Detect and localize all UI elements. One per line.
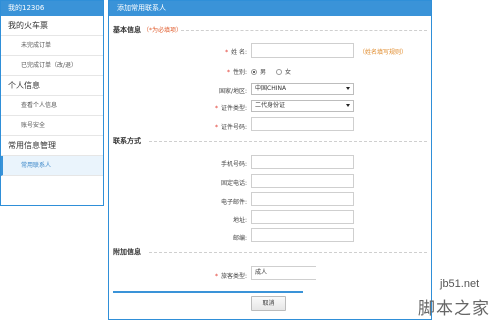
section-divider	[149, 252, 427, 253]
sidebar-item-common-contacts[interactable]: 常用联系人	[1, 156, 103, 176]
radio-unchecked-icon[interactable]	[276, 68, 283, 75]
required-star: *	[214, 273, 218, 280]
phone-label: 固定电话:	[220, 180, 247, 187]
email-label: 电子邮件:	[220, 199, 247, 206]
sidebar-group-personal[interactable]: 个人信息	[1, 76, 103, 96]
sidebar: 我的12306 我的火车票 未完成订单 已完成订单（改/退） 个人信息 查看个人…	[0, 0, 104, 206]
email-input[interactable]	[251, 192, 354, 206]
sidebar-group-tickets[interactable]: 我的火车票	[1, 16, 103, 36]
section-divider	[181, 30, 427, 31]
idtype-select[interactable]: 二代身份证	[251, 100, 354, 112]
address-label: 地址:	[232, 217, 247, 224]
section-divider	[149, 141, 427, 142]
sidebar-item-account-security[interactable]: 账号安全	[1, 116, 103, 136]
required-star: *	[214, 124, 218, 131]
postcode-input[interactable]	[251, 228, 354, 242]
country-select[interactable]: 中国CHINA	[251, 83, 354, 95]
idnum-label: * 证件号码:	[214, 124, 247, 131]
phone-input[interactable]	[251, 174, 354, 188]
mobile-input[interactable]	[251, 155, 354, 169]
idtype-label: * 证件类型:	[214, 105, 247, 112]
idnum-input[interactable]	[251, 117, 354, 131]
gender-radio-group: 男 女	[251, 67, 301, 76]
sidebar-group-common-info[interactable]: 常用信息管理	[1, 136, 103, 156]
gender-male-option[interactable]: 男	[251, 67, 266, 76]
gender-female-option[interactable]: 女	[276, 67, 291, 76]
postcode-label: 邮编:	[232, 235, 247, 242]
required-star: *	[225, 49, 229, 56]
name-input[interactable]	[251, 43, 354, 58]
section-extra: 附加信息	[113, 248, 141, 256]
add-contact-panel: 添加常用联系人 基本信息 （*为必填项） * 姓 名: （姓名填写规则） * 性别: …	[108, 0, 432, 320]
address-input[interactable]	[251, 210, 354, 224]
name-label: * 姓 名:	[225, 49, 247, 56]
dropdown-arrow-icon	[346, 104, 350, 107]
radio-checked-icon[interactable]	[251, 68, 257, 75]
required-note: （*为必填项）	[143, 27, 183, 34]
country-label: 国家/地区:	[218, 88, 247, 95]
watermark-brand: 脚本之家	[418, 299, 490, 319]
sidebar-item-unfinished-orders[interactable]: 未完成订单	[1, 36, 103, 56]
required-star: *	[214, 105, 218, 112]
sidebar-header: 我的12306	[1, 1, 103, 16]
mobile-label: 手机号码:	[220, 161, 247, 168]
section-contact: 联系方式	[113, 137, 141, 145]
progress-underline	[113, 291, 303, 293]
panel-title: 添加常用联系人	[109, 1, 431, 16]
sidebar-item-finished-orders[interactable]: 已完成订单（改/退）	[1, 56, 103, 76]
section-basic-info: 基本信息 （*为必填项）	[113, 25, 182, 35]
watermark-site: jb51.net	[440, 278, 480, 290]
name-rules-link[interactable]: （姓名填写规则）	[359, 47, 407, 56]
gender-label: * 性别:	[226, 69, 247, 76]
cancel-button[interactable]: 取消	[251, 296, 286, 311]
section-basic-info-title: 基本信息	[113, 26, 141, 34]
sidebar-item-view-profile[interactable]: 查看个人信息	[1, 96, 103, 116]
passenger-type-select[interactable]: 成人	[251, 266, 316, 280]
dropdown-arrow-icon	[346, 87, 350, 90]
required-star: *	[226, 69, 230, 76]
passenger-type-label: * 旅客类型:	[214, 273, 247, 280]
